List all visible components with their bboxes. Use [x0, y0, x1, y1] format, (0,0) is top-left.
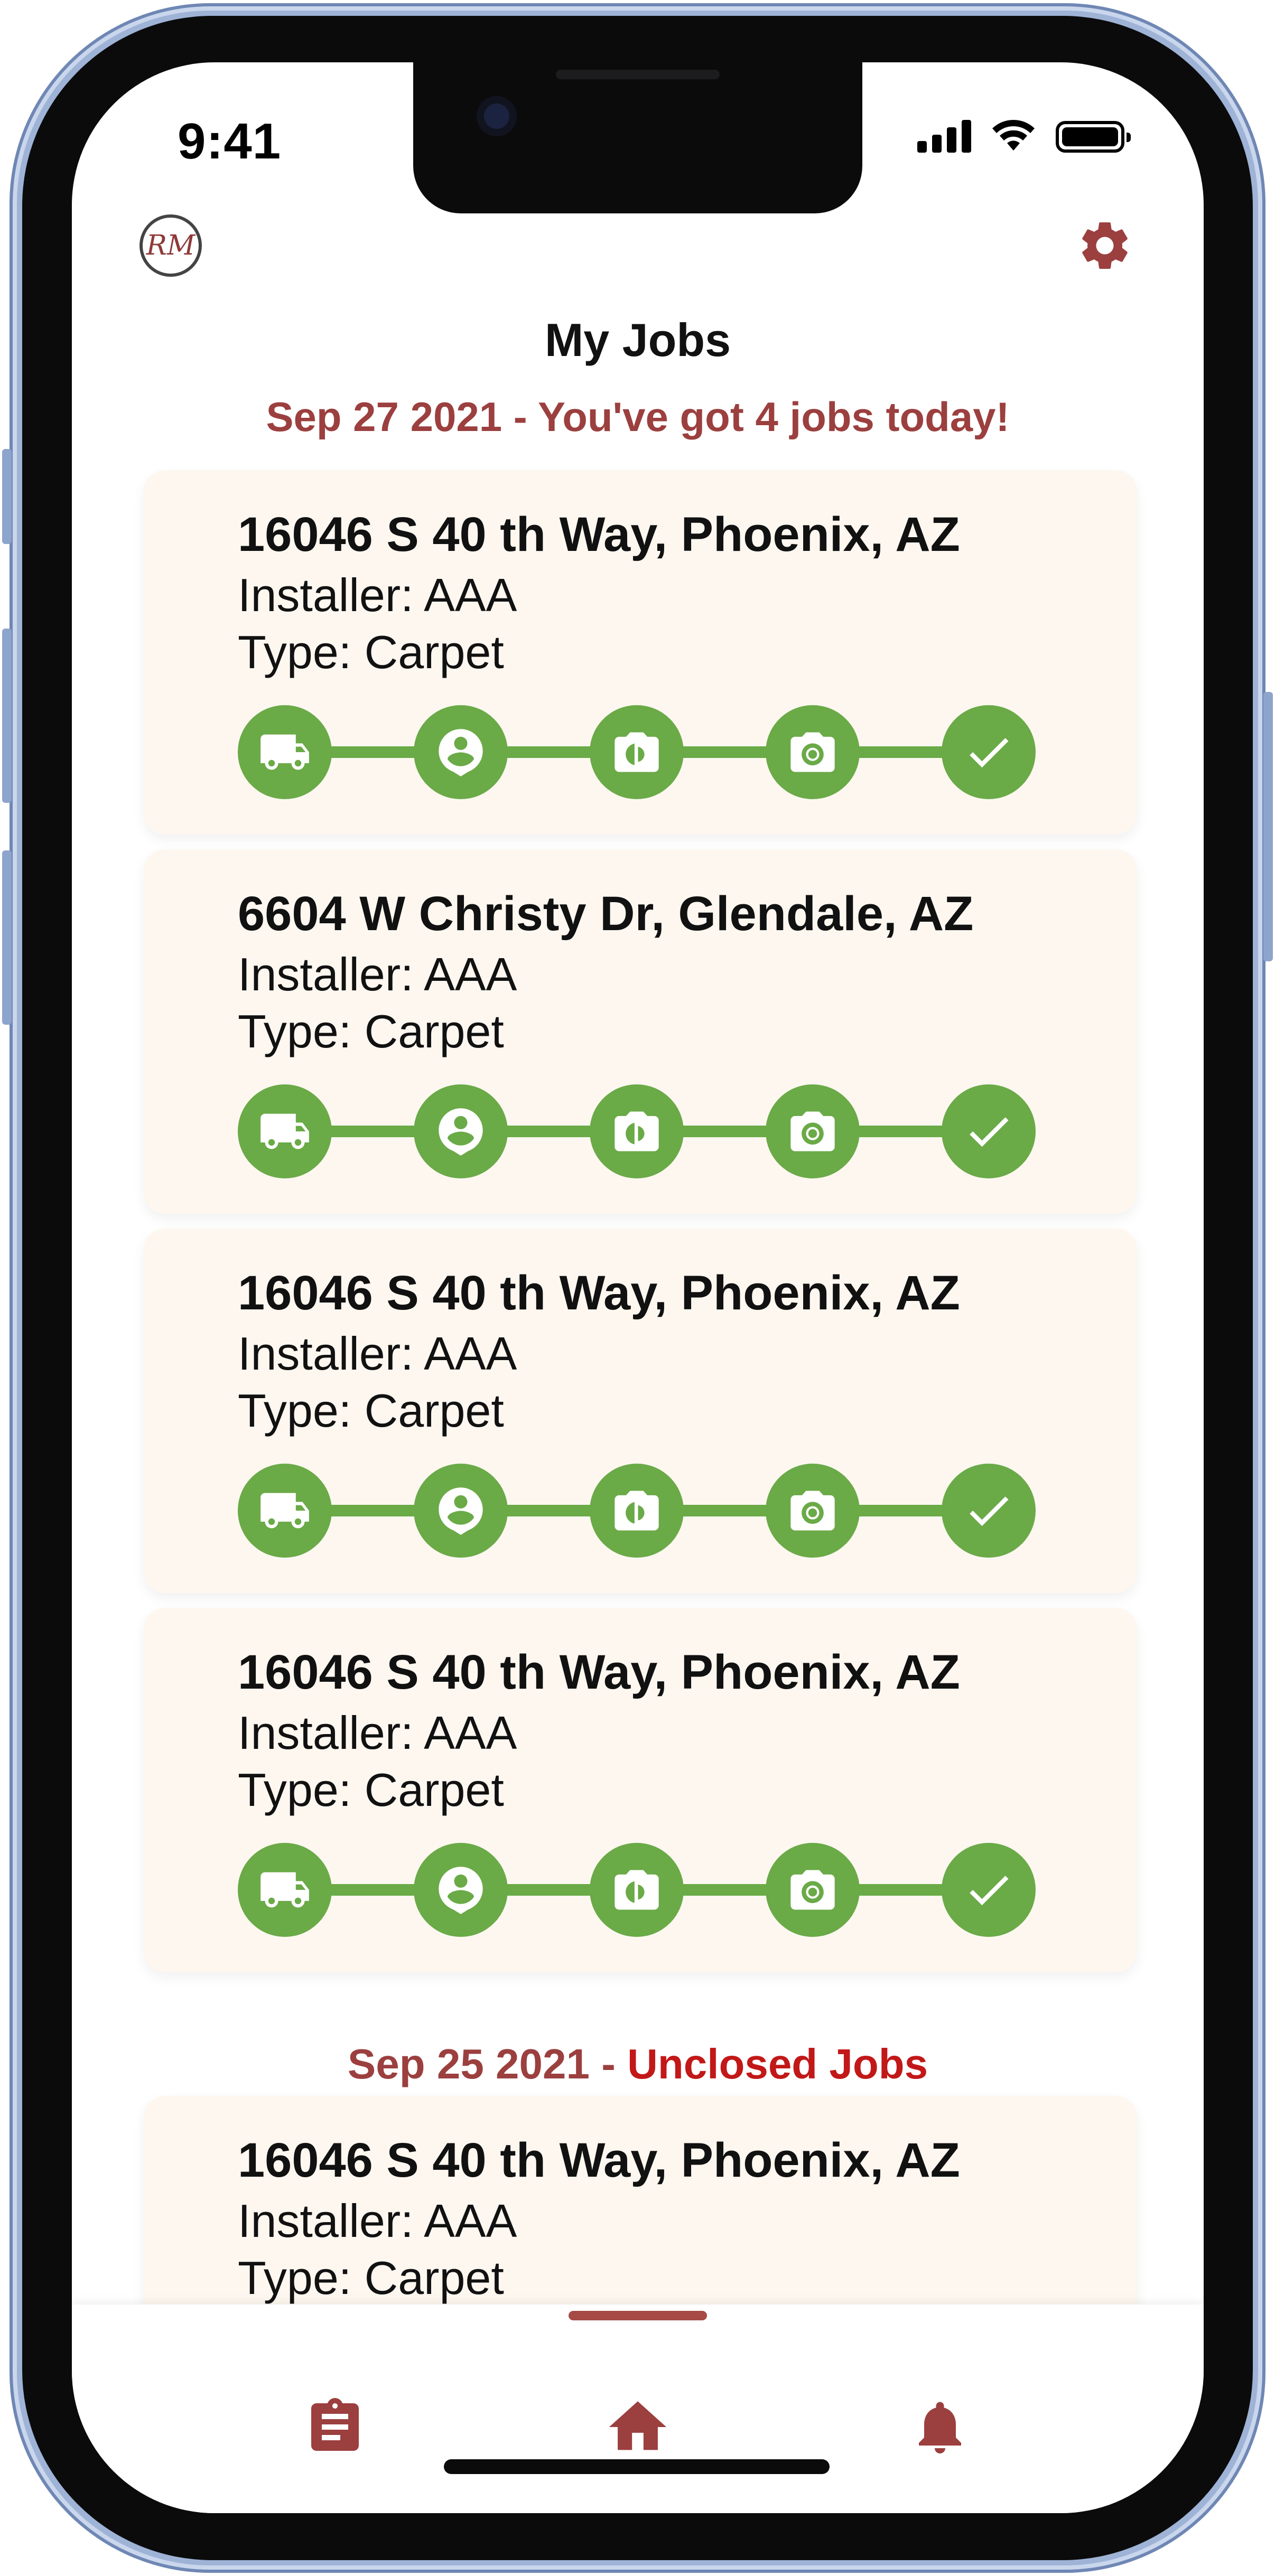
- checkmark-icon: [962, 726, 1015, 779]
- job-address: 16046 S 40 th Way, Phoenix, AZ: [238, 2133, 960, 2187]
- job-type: Type: Carpet: [238, 1764, 504, 1816]
- job-installer: Installer: AAA: [238, 569, 517, 621]
- unclosed-section-label: Unclosed Jobs: [627, 2040, 928, 2087]
- progress-step-person-pin[interactable]: [414, 1843, 508, 1937]
- job-card[interactable]: 16046 S 40 th Way, Phoenix, AZ Installer:…: [144, 1608, 1137, 1972]
- camera-icon: [786, 1484, 839, 1537]
- job-address: 16046 S 40 th Way, Phoenix, AZ: [238, 508, 960, 561]
- progress-step-person-pin[interactable]: [414, 705, 508, 799]
- checkmark-icon: [962, 1484, 1015, 1537]
- side-button-volume-up: [2, 629, 12, 803]
- progress-step-before-photo[interactable]: [590, 1464, 684, 1558]
- truck-icon: [258, 726, 311, 779]
- job-installer: Installer: AAA: [238, 1707, 517, 1759]
- today-summary: Sep 27 2021 - You've got 4 jobs today!: [266, 394, 1010, 440]
- notch: [413, 62, 862, 213]
- progress-step-truck[interactable]: [238, 1464, 332, 1558]
- person-pin-icon: [434, 1484, 487, 1537]
- active-tab-indicator: [569, 2311, 707, 2320]
- progress-step-checkmark[interactable]: [942, 705, 1036, 799]
- job-progress-tracker: [238, 1843, 1036, 1938]
- home-icon: [609, 2401, 667, 2450]
- job-card[interactable]: 6604 W Christy Dr, Glendale, AZ Installer…: [144, 849, 1137, 1214]
- progress-step-before-photo[interactable]: [590, 705, 684, 799]
- camera-icon: [786, 1105, 839, 1158]
- side-button-power: [1263, 692, 1273, 961]
- person-pin-icon: [434, 726, 487, 779]
- front-camera: [477, 96, 517, 136]
- checkmark-icon: [962, 1863, 1015, 1916]
- home-indicator: [444, 2459, 830, 2474]
- progress-step-camera[interactable]: [766, 705, 860, 799]
- progress-step-truck[interactable]: [238, 705, 332, 799]
- job-type: Type: Carpet: [238, 1005, 504, 1057]
- side-button-volume-down: [2, 850, 12, 1025]
- progress-step-checkmark[interactable]: [942, 1843, 1036, 1937]
- camera-icon: [786, 726, 839, 779]
- job-address: 16046 S 40 th Way, Phoenix, AZ: [238, 1645, 960, 1699]
- truck-icon: [258, 1105, 311, 1158]
- truck-icon: [258, 1863, 311, 1916]
- gear-icon: [1082, 222, 1128, 269]
- cellular-signal-icon: [917, 119, 971, 153]
- unclosed-section-date: Sep 25 2021 -: [347, 2040, 628, 2087]
- nav-notifications-button[interactable]: [903, 2390, 977, 2464]
- progress-step-camera[interactable]: [766, 1464, 860, 1558]
- progress-step-truck[interactable]: [238, 1843, 332, 1937]
- status-icons: [917, 118, 1131, 153]
- job-progress-tracker: [238, 705, 1036, 800]
- job-installer: Installer: AAA: [238, 2195, 517, 2247]
- side-button-silent: [2, 449, 12, 544]
- person-pin-icon: [434, 1863, 487, 1916]
- job-address: 6604 W Christy Dr, Glendale, AZ: [238, 887, 974, 941]
- before-photo-icon: [610, 1863, 663, 1916]
- progress-step-person-pin[interactable]: [414, 1464, 508, 1558]
- checkmark-icon: [962, 1105, 1015, 1158]
- job-address: 16046 S 40 th Way, Phoenix, AZ: [238, 1266, 960, 1320]
- camera-icon: [786, 1863, 839, 1916]
- job-type: Type: Carpet: [238, 1384, 504, 1437]
- page-title: My Jobs: [544, 314, 731, 366]
- job-type: Type: Carpet: [238, 626, 504, 678]
- progress-step-checkmark[interactable]: [942, 1084, 1036, 1178]
- progress-step-camera[interactable]: [766, 1084, 860, 1178]
- before-photo-icon: [610, 1105, 663, 1158]
- battery-icon: [1056, 121, 1131, 153]
- job-card[interactable]: 16046 S 40 th Way, Phoenix, AZ Installer:…: [144, 470, 1137, 835]
- status-time: 9:41: [178, 113, 282, 170]
- unclosed-section-header: Sep 25 2021 - Unclosed Jobs: [72, 2040, 1204, 2088]
- settings-button[interactable]: [1076, 217, 1134, 275]
- wifi-icon: [992, 120, 1035, 151]
- progress-step-before-photo[interactable]: [590, 1084, 684, 1178]
- progress-step-before-photo[interactable]: [590, 1843, 684, 1937]
- bottom-nav: [72, 2305, 1204, 2513]
- person-pin-icon: [434, 1105, 487, 1158]
- job-installer: Installer: AAA: [238, 948, 517, 1000]
- speaker-grille: [556, 70, 720, 79]
- bell-icon: [919, 2402, 961, 2453]
- job-progress-tracker: [238, 1464, 1036, 1559]
- progress-step-camera[interactable]: [766, 1843, 860, 1937]
- nav-jobs-button[interactable]: [298, 2390, 372, 2464]
- nav-home-button[interactable]: [601, 2390, 675, 2464]
- company-logo[interactable]: RM: [139, 214, 202, 277]
- job-card[interactable]: 16046 S 40 th Way, Phoenix, AZ Installer:…: [144, 1229, 1137, 1593]
- job-progress-tracker: [238, 1084, 1036, 1179]
- job-installer: Installer: AAA: [238, 1327, 517, 1380]
- job-type: Type: Carpet: [238, 2252, 504, 2304]
- truck-icon: [258, 1484, 311, 1537]
- progress-step-truck[interactable]: [238, 1084, 332, 1178]
- progress-step-checkmark[interactable]: [942, 1464, 1036, 1558]
- before-photo-icon: [610, 1484, 663, 1537]
- progress-step-person-pin[interactable]: [414, 1084, 508, 1178]
- clipboard-icon: [311, 2398, 359, 2451]
- app-screen: 9:41 RM My Jobs Sep 27 2021 - You've got…: [72, 62, 1204, 2513]
- before-photo-icon: [610, 726, 663, 779]
